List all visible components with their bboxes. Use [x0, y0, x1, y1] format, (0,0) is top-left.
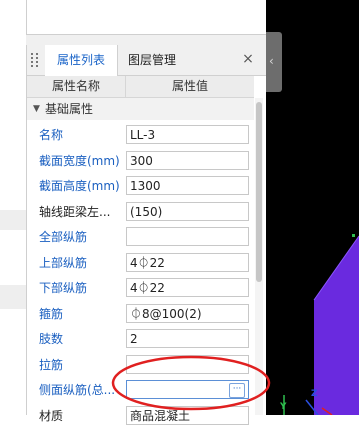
property-name: 材质: [39, 404, 125, 429]
scrollbar-thumb[interactable]: [256, 102, 262, 282]
left-panel-strip: [0, 0, 27, 415]
property-value-field[interactable]: LL-3: [126, 125, 249, 144]
drag-grip-icon[interactable]: [31, 53, 41, 67]
property-name: 箍筋: [39, 302, 125, 327]
top-empty-panel: [26, 0, 267, 35]
property-name: 下部纵筋: [39, 276, 125, 301]
table-header: 属性名称 属性值: [27, 76, 254, 98]
3d-viewport[interactable]: ‹ Y Z: [266, 0, 359, 415]
property-name: 肢数: [39, 327, 125, 352]
property-value-field[interactable]: 300: [126, 151, 249, 170]
side-rebar-input[interactable]: ···: [126, 380, 249, 399]
property-value-field[interactable]: ⏀8@100(2): [126, 304, 249, 323]
property-row: 上部纵筋 4⏀22: [27, 251, 254, 277]
property-value-field[interactable]: [126, 355, 249, 374]
panel-tab-bar: 属性列表 图层管理 ×: [27, 45, 266, 76]
property-value-field[interactable]: [126, 227, 249, 246]
tab-layer-manager[interactable]: 图层管理: [119, 45, 185, 75]
property-name: 轴线距梁左...: [39, 200, 125, 225]
property-name: 截面高度(mm): [39, 174, 125, 199]
property-row: 截面高度(mm) 1300: [27, 174, 254, 200]
property-row: 材质 商品混凝土: [27, 404, 254, 429]
property-row: 轴线距梁左... (150): [27, 200, 254, 226]
property-name: 拉筋: [39, 353, 125, 378]
property-row: 肢数 2: [27, 327, 254, 353]
green-marker: [352, 234, 355, 237]
property-row: 拉筋: [27, 353, 254, 379]
property-row: 下部纵筋 4⏀22: [27, 276, 254, 302]
property-row: 侧面纵筋(总... ···: [27, 378, 254, 404]
tab-property-list[interactable]: 属性列表: [45, 45, 118, 75]
property-row: 全部纵筋: [27, 225, 254, 251]
property-value-field[interactable]: 1300: [126, 176, 249, 195]
left-strip-row: [0, 210, 26, 230]
property-value-field[interactable]: (150): [126, 202, 249, 221]
property-row: 箍筋 ⏀8@100(2): [27, 302, 254, 328]
group-basic-properties[interactable]: ▼ 基础属性: [27, 98, 254, 120]
property-value-field[interactable]: 2: [126, 329, 249, 348]
property-row: 名称 LL-3: [27, 123, 254, 149]
property-name: 侧面纵筋(总...: [39, 378, 125, 403]
ellipsis-icon[interactable]: ···: [229, 383, 245, 398]
column-header-value: 属性值: [126, 76, 254, 97]
expand-triangle-icon[interactable]: ▼: [33, 98, 40, 120]
axis-z-label: Z: [311, 389, 318, 399]
left-strip-row: [0, 285, 26, 309]
property-value-field[interactable]: 商品混凝土: [126, 406, 249, 425]
group-label: 基础属性: [45, 98, 93, 120]
vertical-scrollbar[interactable]: [255, 98, 263, 415]
property-name: 上部纵筋: [39, 251, 125, 276]
property-rows: 名称 LL-3 截面宽度(mm) 300 截面高度(mm) 1300 轴线距梁左…: [27, 123, 254, 429]
collapse-panel-tab[interactable]: ‹: [266, 32, 282, 92]
property-name: 全部纵筋: [39, 225, 125, 250]
close-icon[interactable]: ×: [240, 51, 256, 67]
property-row: 截面宽度(mm) 300: [27, 149, 254, 175]
panel-separator: [26, 35, 266, 45]
property-name: 名称: [39, 123, 125, 148]
property-panel: 属性列表 图层管理 × 属性名称 属性值 ▼ 基础属性 名称 LL-3 截面宽度…: [26, 45, 267, 415]
property-value-field[interactable]: 4⏀22: [126, 253, 249, 272]
collapse-arrow-icon[interactable]: ‹: [269, 54, 274, 68]
column-header-name: 属性名称: [27, 76, 126, 97]
axis-y-label: Y: [280, 402, 287, 412]
property-name: 截面宽度(mm): [39, 149, 125, 174]
property-value-field[interactable]: 4⏀22: [126, 278, 249, 297]
